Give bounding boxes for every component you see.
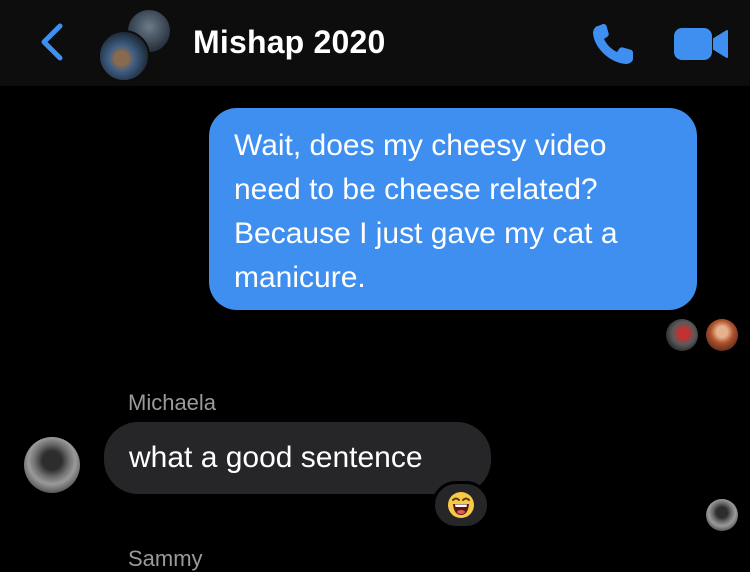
sender-avatar[interactable] [24,437,80,493]
group-avatar[interactable] [98,8,178,82]
video-camera-icon [674,28,728,60]
outgoing-message-bubble[interactable]: Wait, does my cheesy video need to be ch… [209,108,697,310]
laughing-emoji-icon [448,492,474,518]
video-call-button[interactable] [672,26,730,62]
message-text-line: manicure. [234,261,366,294]
sender-name: Sammy [128,546,203,571]
incoming-message-bubble[interactable]: what a good sentence [104,422,491,494]
sender-name: Michaela [128,390,217,415]
chat-header: Mishap 2020 [0,0,750,86]
read-receipt-avatar [666,319,698,351]
chevron-left-icon [41,23,63,61]
read-receipt-avatar [706,319,738,351]
voice-call-button[interactable] [588,20,640,68]
conversation-title[interactable]: Mishap 2020 [193,24,386,61]
message-text-line: need to be cheese related? [234,173,598,206]
message-text-line: Because I just gave my cat a [234,217,618,250]
message-text-line: Wait, does my cheesy video [234,129,607,162]
group-avatar-photo [98,30,150,82]
back-button[interactable] [32,20,72,64]
phone-icon [593,24,633,64]
message-reaction[interactable] [432,481,490,529]
read-receipt-avatar [706,499,738,531]
